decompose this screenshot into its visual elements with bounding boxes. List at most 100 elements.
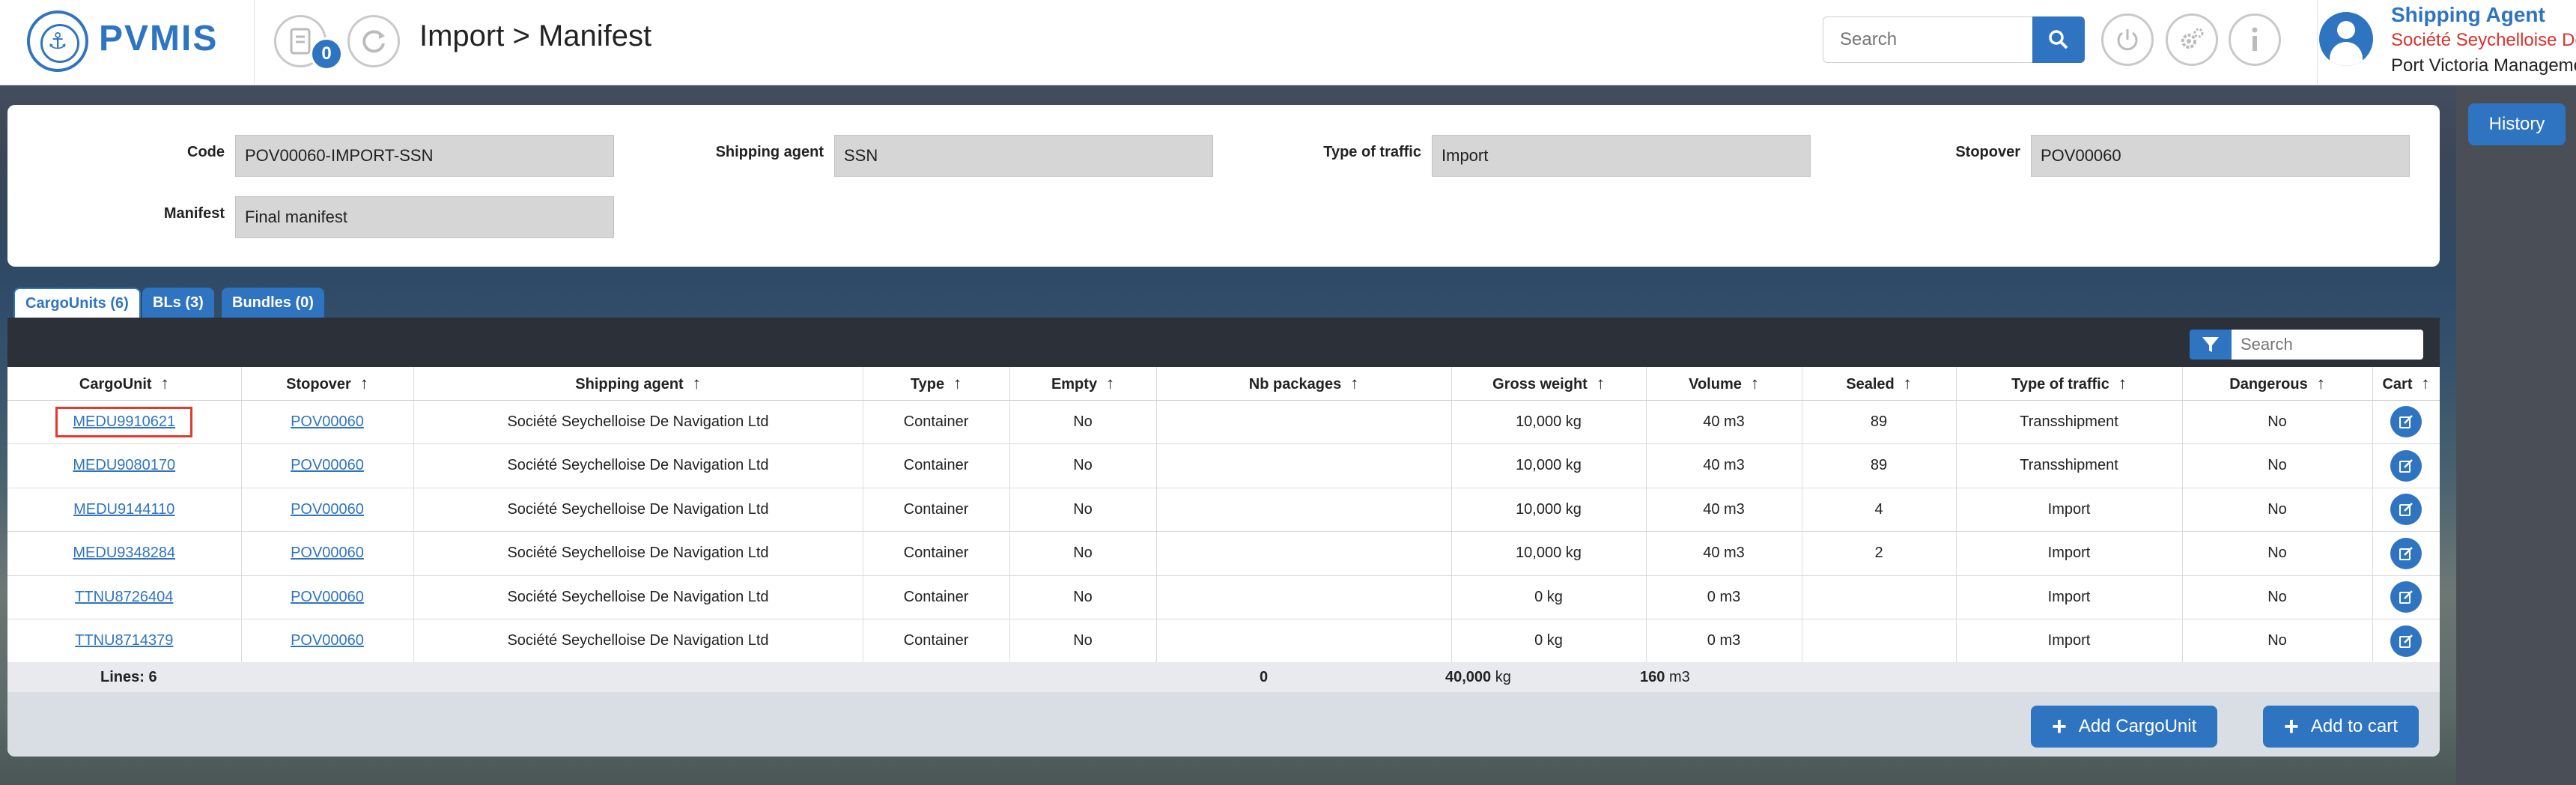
shipping-agent-cell: Société Seychelloise De Navigation Ltd [413, 488, 863, 532]
table-row[interactable]: MEDU9144110 POV00060 Société Seychellois… [7, 488, 2440, 532]
shipping-agent-field[interactable]: SSN [834, 135, 1213, 177]
sort-arrow-icon: ↑ [1903, 373, 1912, 392]
table-row[interactable]: TTNU8726404 POV00060 Société Seychellois… [7, 575, 2440, 619]
user-company: Société Seychelloise De [2391, 30, 2576, 50]
cargo-units-panel: CargoUnit↑ Stopover↑ Shipping agent↑ Typ… [7, 318, 2440, 757]
dangerous-cell: No [2182, 619, 2373, 664]
cargo-unit-link[interactable]: MEDU9080170 [73, 457, 175, 473]
logo[interactable]: ⚓ PVMIS [0, 0, 255, 85]
volume-total: 160 m3 [1640, 669, 1690, 685]
logout-button[interactable] [2101, 13, 2154, 66]
type-of-traffic-cell: Transshipment [1956, 400, 2183, 444]
type-of-traffic-cell: Transshipment [1956, 443, 2183, 488]
empty-cell: No [1009, 488, 1157, 532]
edit-icon [2399, 415, 2413, 429]
stopover-link[interactable]: POV00060 [291, 457, 364, 473]
table-search-input[interactable] [2232, 330, 2423, 360]
column-header-type[interactable]: Type ↑ [863, 367, 1010, 401]
settings-button[interactable] [2166, 13, 2218, 66]
cargo-unit-link[interactable]: MEDU9144110 [73, 501, 174, 518]
tab-bundles[interactable]: Bundles (0) [222, 288, 324, 318]
seychelles-emblem-icon: ⚓ [27, 10, 88, 72]
notification-badge: 0 [310, 37, 343, 70]
column-header-empty[interactable]: Empty ↑ [1009, 367, 1157, 401]
stopover-field[interactable]: POV00060 [2031, 135, 2410, 177]
add-to-cart-row-button[interactable] [2390, 581, 2422, 613]
dangerous-cell: No [2182, 531, 2373, 576]
column-header-shipping-agent[interactable]: Shipping agent ↑ [413, 367, 863, 401]
info-button[interactable] [2229, 13, 2281, 66]
column-header-dangerous[interactable]: Dangerous ↑ [2182, 367, 2373, 401]
table-row[interactable]: MEDU9910621 POV00060 Société Seychellois… [7, 400, 2440, 444]
history-button[interactable]: History [2468, 103, 2566, 145]
add-to-cart-button[interactable]: + Add to cart [2263, 706, 2419, 748]
table-row[interactable]: TTNU8714379 POV00060 Société Seychellois… [7, 619, 2440, 664]
type-of-traffic-field[interactable]: Import [1432, 135, 1811, 177]
shipping-agent-cell: Société Seychelloise De Navigation Ltd [413, 400, 863, 444]
column-header-sealed[interactable]: Sealed ↑ [1802, 367, 1957, 401]
refresh-icon [362, 30, 385, 53]
filter-button[interactable] [2190, 330, 2232, 360]
empty-cell: No [1009, 575, 1157, 619]
empty-cell: No [1009, 400, 1157, 444]
stopover-link[interactable]: POV00060 [291, 501, 364, 518]
add-to-cart-row-button[interactable] [2390, 406, 2422, 438]
user-panel[interactable]: Shipping Agent Société Seychelloise De P… [2317, 0, 2576, 85]
column-header-nb-packages[interactable]: Nb packages ↑ [1156, 367, 1452, 401]
nb-packages-cell [1156, 400, 1452, 444]
stopover-link[interactable]: POV00060 [291, 545, 364, 561]
page-title: Import > Manifest [419, 19, 652, 52]
table-header-row: CargoUnit ↑ Stopover ↑ Shipping agent ↑ Typ… [7, 367, 2440, 401]
type-cell: Container [863, 400, 1010, 444]
sealed-cell: 89 [1802, 443, 1957, 488]
plus-icon: + [2284, 712, 2299, 741]
empty-cell: No [1009, 619, 1157, 664]
global-search-input[interactable] [1823, 16, 2034, 63]
column-header-stopover[interactable]: Stopover ↑ [241, 367, 414, 401]
table-footer-totals: Lines: 6 0 40,000 kg 160 m3 [7, 662, 2440, 692]
search-icon [2049, 30, 2068, 49]
cargo-unit-link[interactable]: TTNU8726404 [75, 589, 173, 605]
sort-arrow-icon: ↑ [953, 373, 962, 392]
stopover-link[interactable]: POV00060 [291, 589, 364, 605]
column-header-volume[interactable]: Volume ↑ [1646, 367, 1802, 401]
cargo-unit-link[interactable]: TTNU8714379 [75, 632, 173, 649]
tab-bls[interactable]: BLs (3) [142, 288, 214, 318]
column-header-cargounit[interactable]: CargoUnit ↑ [7, 367, 242, 401]
add-to-cart-row-button[interactable] [2390, 494, 2422, 526]
table-row[interactable]: MEDU9080170 POV00060 Société Seychellois… [7, 443, 2440, 488]
nb-packages-cell [1156, 619, 1452, 664]
refresh-button[interactable] [347, 15, 400, 67]
column-header-type-of-traffic[interactable]: Type of traffic ↑ [1956, 367, 2183, 401]
column-header-cart[interactable]: Cart ↑ [2372, 367, 2440, 401]
user-organization: Port Victoria Management [2391, 55, 2576, 76]
sort-arrow-icon: ↑ [1750, 373, 1759, 392]
stopover-link[interactable]: POV00060 [291, 413, 364, 430]
sort-arrow-icon: ↑ [359, 373, 368, 392]
shipping-agent-label: Shipping agent [715, 144, 824, 160]
dangerous-cell: No [2182, 488, 2373, 532]
add-to-cart-row-button[interactable] [2390, 625, 2422, 657]
nb-packages-cell [1156, 488, 1452, 532]
manifest-field[interactable]: Final manifest [235, 196, 614, 238]
stopover-link[interactable]: POV00060 [291, 632, 364, 649]
global-search-button[interactable] [2032, 16, 2085, 63]
power-icon [2117, 29, 2138, 51]
sort-arrow-icon: ↑ [1350, 373, 1359, 392]
tab-cargo-units[interactable]: CargoUnits (6) [13, 288, 141, 318]
add-to-cart-row-button[interactable] [2390, 537, 2422, 569]
shipping-agent-cell: Société Seychelloise De Navigation Ltd [413, 619, 863, 664]
cargo-unit-link[interactable]: MEDU9910621 [73, 413, 175, 430]
add-to-cart-row-button[interactable] [2390, 449, 2422, 482]
code-field[interactable]: POV00060-IMPORT-SSN [235, 135, 614, 177]
stopover-label: Stopover [1955, 144, 2020, 160]
type-of-traffic-cell: Import [1956, 575, 2183, 619]
add-cargo-unit-button[interactable]: + Add CargoUnit [2031, 706, 2218, 748]
column-header-gross-weight[interactable]: Gross weight ↑ [1451, 367, 1647, 401]
shipping-agent-cell: Société Seychelloise De Navigation Ltd [413, 531, 863, 576]
edit-icon [2399, 546, 2413, 560]
table-row[interactable]: MEDU9348284 POV00060 Société Seychellois… [7, 531, 2440, 576]
manifest-label: Manifest [163, 205, 225, 222]
cargo-unit-link[interactable]: MEDU9348284 [73, 545, 175, 561]
sort-arrow-icon: ↑ [2118, 373, 2127, 392]
